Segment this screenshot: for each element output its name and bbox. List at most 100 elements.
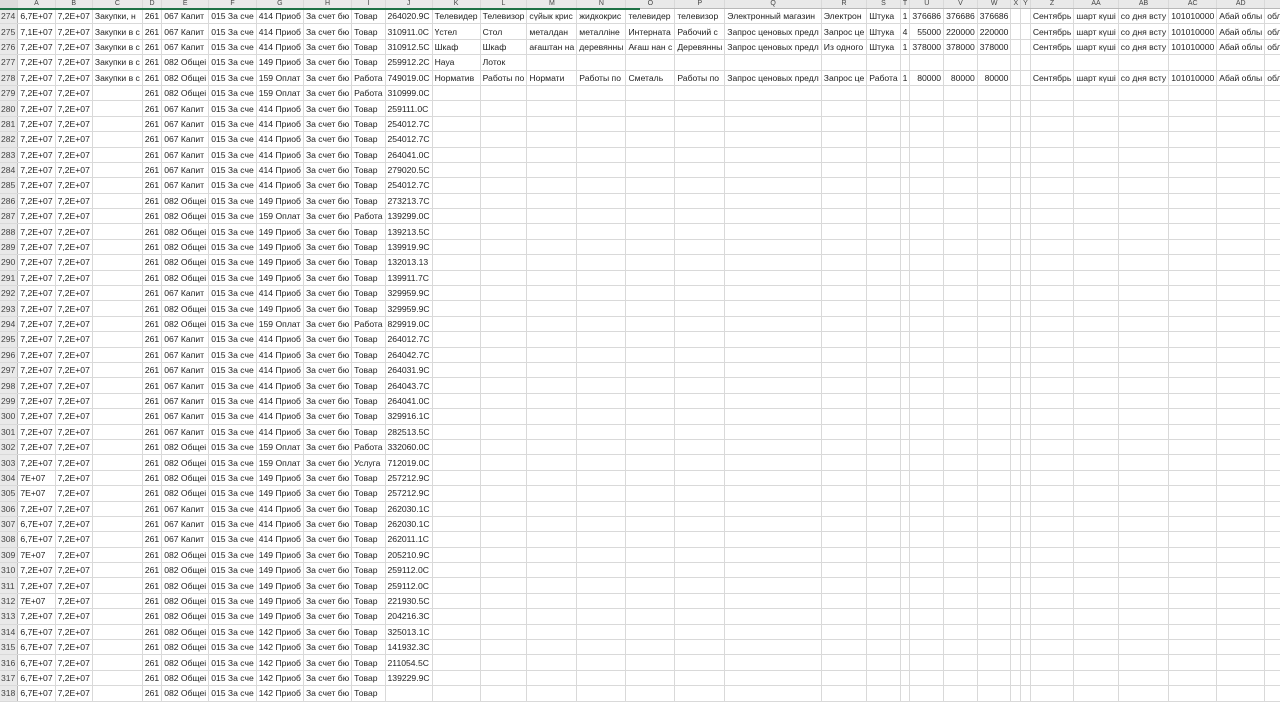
cell-H[interactable]: За счет бю bbox=[303, 8, 353, 25]
cell-H[interactable]: За счет бю bbox=[303, 100, 353, 117]
cell-M[interactable] bbox=[526, 116, 578, 133]
cell-B[interactable]: 7,2E+07 bbox=[55, 70, 93, 86]
cell-O[interactable] bbox=[625, 316, 676, 333]
cell-AD[interactable] bbox=[1216, 193, 1266, 210]
cell-I[interactable]: Товар bbox=[351, 177, 386, 194]
cell-E[interactable]: 082 Общеі bbox=[161, 685, 210, 702]
cell-G[interactable]: 414 Приоб bbox=[256, 516, 304, 533]
cell-Z[interactable] bbox=[1030, 547, 1075, 564]
cell-O[interactable] bbox=[625, 408, 676, 425]
cell-B[interactable]: 7,2E+07 bbox=[55, 254, 93, 271]
cell-AB[interactable] bbox=[1118, 331, 1170, 348]
row-header[interactable]: 289 bbox=[0, 239, 19, 256]
cell-Z[interactable] bbox=[1030, 393, 1075, 410]
cell-M[interactable]: металдан bbox=[526, 23, 578, 40]
cell-G[interactable]: 414 Приоб bbox=[256, 116, 304, 133]
cell-M[interactable] bbox=[526, 316, 578, 333]
cell-P[interactable] bbox=[674, 300, 726, 317]
cell-AB[interactable] bbox=[1118, 562, 1170, 579]
row-header[interactable]: 279 bbox=[0, 85, 19, 102]
cell-Q[interactable] bbox=[724, 100, 822, 117]
cell-X[interactable] bbox=[1010, 531, 1022, 548]
cell-R[interactable] bbox=[821, 100, 868, 117]
cell-J[interactable]: 141932.3С bbox=[385, 639, 433, 656]
cell-AC[interactable]: 101010000 bbox=[1168, 8, 1218, 25]
cell-J[interactable]: 259112.0С bbox=[385, 577, 433, 594]
cell-AE[interactable] bbox=[1264, 285, 1280, 302]
cell-B[interactable]: 7,2E+07 bbox=[55, 562, 93, 579]
cell-W[interactable] bbox=[977, 516, 1012, 533]
cell-A[interactable]: 6,7E+07 bbox=[17, 685, 56, 702]
cell-C[interactable] bbox=[92, 547, 143, 564]
cell-AD[interactable] bbox=[1216, 593, 1266, 610]
cell-L[interactable] bbox=[480, 377, 528, 394]
cell-N[interactable] bbox=[576, 347, 627, 363]
cell-K[interactable] bbox=[432, 300, 481, 317]
cell-O[interactable] bbox=[625, 547, 676, 564]
cell-F[interactable]: 015 За сче bbox=[208, 100, 257, 117]
cell-Q[interactable] bbox=[724, 408, 822, 425]
cell-E[interactable]: 082 Общеі bbox=[161, 639, 210, 656]
cell-AD[interactable] bbox=[1216, 547, 1266, 564]
cell-J[interactable]: 139229.9С bbox=[385, 670, 433, 687]
cell-D[interactable]: 261 bbox=[142, 39, 163, 56]
cell-H[interactable]: За счет бю bbox=[303, 362, 353, 379]
cell-D[interactable]: 261 bbox=[142, 54, 163, 71]
cell-AE[interactable] bbox=[1264, 316, 1280, 333]
cell-I[interactable]: Товар bbox=[351, 562, 386, 579]
cell-M[interactable] bbox=[526, 408, 578, 425]
cell-M[interactable] bbox=[526, 285, 578, 302]
cell-O[interactable] bbox=[625, 516, 676, 533]
cell-P[interactable] bbox=[674, 547, 726, 564]
cell-M[interactable] bbox=[526, 531, 578, 548]
cell-T[interactable] bbox=[900, 270, 911, 287]
cell-A[interactable]: 7,2E+07 bbox=[17, 177, 56, 194]
cell-M[interactable] bbox=[526, 239, 578, 256]
cell-C[interactable] bbox=[92, 316, 143, 333]
cell-S[interactable] bbox=[866, 162, 901, 179]
cell-D[interactable]: 261 bbox=[142, 670, 163, 687]
cell-AC[interactable] bbox=[1168, 424, 1218, 440]
cell-H[interactable]: За счет бю bbox=[303, 223, 353, 240]
cell-I[interactable]: Товар bbox=[351, 54, 386, 71]
cell-Q[interactable]: Электронный магазин bbox=[724, 8, 822, 25]
cell-D[interactable]: 261 bbox=[142, 470, 163, 487]
cell-AA[interactable] bbox=[1073, 285, 1119, 302]
cell-A[interactable]: 7,2E+07 bbox=[17, 454, 56, 471]
cell-T[interactable]: 1 bbox=[900, 39, 911, 56]
cell-O[interactable] bbox=[625, 639, 676, 656]
cell-AC[interactable] bbox=[1168, 547, 1218, 564]
cell-U[interactable] bbox=[909, 470, 945, 487]
cell-Z[interactable] bbox=[1030, 408, 1075, 425]
row-header[interactable]: 283 bbox=[0, 147, 19, 163]
cell-J[interactable]: 264042.7С bbox=[385, 347, 433, 363]
cell-AA[interactable] bbox=[1073, 408, 1119, 425]
cell-Z[interactable] bbox=[1030, 316, 1075, 333]
cell-D[interactable]: 261 bbox=[142, 593, 163, 610]
cell-R[interactable] bbox=[821, 470, 868, 487]
cell-W[interactable] bbox=[977, 208, 1012, 225]
cell-AC[interactable] bbox=[1168, 54, 1218, 71]
cell-E[interactable]: 067 Капит bbox=[161, 347, 210, 363]
cell-V[interactable] bbox=[943, 654, 978, 671]
cell-I[interactable]: Товар bbox=[351, 501, 386, 517]
cell-B[interactable]: 7,2E+07 bbox=[55, 347, 93, 363]
cell-H[interactable]: За счет бю bbox=[303, 116, 353, 133]
cell-AC[interactable] bbox=[1168, 85, 1218, 102]
cell-G[interactable]: 142 Приоб bbox=[256, 685, 304, 702]
cell-AB[interactable]: со дня всту bbox=[1118, 70, 1170, 86]
cell-C[interactable]: Закупки, н bbox=[92, 8, 143, 25]
cell-R[interactable] bbox=[821, 285, 868, 302]
cell-AA[interactable] bbox=[1073, 362, 1119, 379]
cell-L[interactable]: Телевизор bbox=[480, 8, 528, 25]
cell-Y[interactable] bbox=[1020, 177, 1031, 194]
cell-P[interactable] bbox=[674, 193, 726, 210]
cell-L[interactable] bbox=[480, 516, 528, 533]
row-header[interactable]: 278 bbox=[0, 70, 19, 86]
cell-I[interactable]: Товар bbox=[351, 8, 386, 25]
cell-G[interactable]: 149 Приоб bbox=[256, 608, 304, 625]
cell-P[interactable] bbox=[674, 562, 726, 579]
cell-P[interactable] bbox=[674, 270, 726, 287]
cell-W[interactable] bbox=[977, 547, 1012, 564]
cell-L[interactable] bbox=[480, 424, 528, 440]
